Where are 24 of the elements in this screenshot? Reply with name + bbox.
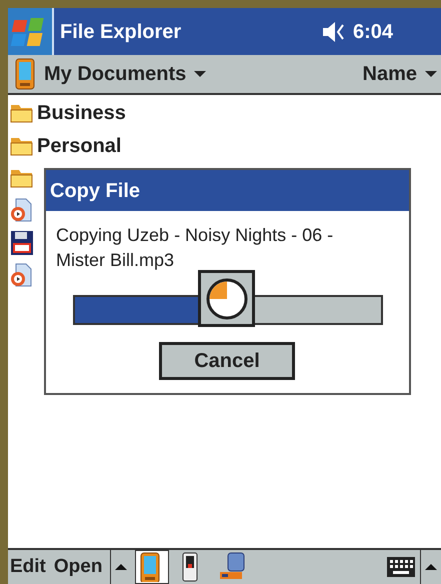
speaker-icon[interactable] [320,20,345,44]
menu-item[interactable]: Edit [8,552,50,582]
start-button[interactable] [8,8,54,55]
busy-clock-icon [204,276,250,322]
up-arrow-icon[interactable] [425,564,437,570]
folder-dropdown[interactable]: My Documents [44,59,206,89]
cancel-button[interactable]: Cancel [159,342,295,380]
network-icon [218,552,246,582]
caret-icon [194,71,206,77]
window-title: File Explorer [60,20,182,44]
up-arrow-icon[interactable] [115,564,128,570]
sort-dropdown[interactable]: Name [362,59,437,89]
file-name[interactable]: Personal [37,130,122,161]
menu-item[interactable]: Open [50,552,106,582]
dialog-title: Copy File [46,170,409,211]
media-file-icon[interactable] [10,198,34,224]
device-icon [14,58,36,90]
file-name[interactable]: Business [37,98,126,128]
caret-icon [425,71,437,77]
clock[interactable]: 6:04 [352,16,393,46]
keyboard-icon[interactable] [386,556,416,578]
media-file-icon[interactable] [10,262,34,289]
dialog-message: Copying Uzeb - Noisy Nights - 06 - Mister Bill.mp3 [55,224,334,272]
taskbar-button[interactable] [135,550,170,584]
